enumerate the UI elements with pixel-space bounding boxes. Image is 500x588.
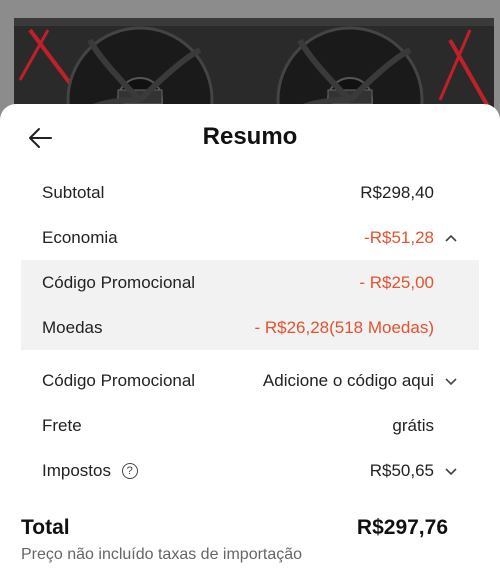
chevron-up-icon[interactable] <box>434 228 458 248</box>
total-note: Preço não incluído taxas de importação <box>21 546 303 563</box>
promo-discount-label: Código Promocional <box>42 272 196 292</box>
subtotal-label: Subtotal <box>42 182 105 202</box>
economia-row[interactable]: Economia -R$51,28 <box>0 215 500 260</box>
total-value: R$297,76 <box>356 516 448 539</box>
chevron-down-icon[interactable] <box>434 371 458 391</box>
promo-discount-value: - R$25,00 <box>359 272 434 292</box>
shipping-label: Frete <box>42 415 82 435</box>
question-circle-icon[interactable]: ? <box>121 463 138 480</box>
page-title: Resumo <box>202 123 298 150</box>
subtotal-value: R$298,40 <box>360 182 434 202</box>
shipping-value: grátis <box>392 415 434 435</box>
total-block: Total R$297,76 Preço não incluído taxas … <box>0 512 500 564</box>
product-image-backdrop <box>0 0 500 120</box>
economia-label: Economia <box>42 227 118 247</box>
coins-value: - R$26,28(518 Moedas) <box>254 317 434 337</box>
promo-code-value[interactable]: Adicione o código aqui <box>263 371 434 391</box>
taxes-value: R$50,65 <box>369 460 434 480</box>
economia-value: -R$51,28 <box>364 227 434 247</box>
coins-row: Moedas - R$26,28(518 Moedas) <box>21 305 479 350</box>
sheet-header: Resumo <box>0 104 500 170</box>
promo-code-label: Código Promocional <box>42 370 196 390</box>
total-label: Total <box>21 516 70 539</box>
coins-label: Moedas <box>42 317 103 337</box>
shipping-row: Frete grátis <box>0 403 500 448</box>
taxes-label: Impostos <box>42 460 111 480</box>
summary-bottom-sheet: Resumo Subtotal R$298,40 Economia -R$51,… <box>0 104 500 588</box>
taxes-row[interactable]: Impostos ? R$50,65 <box>0 448 500 493</box>
subtotal-row: Subtotal R$298,40 <box>0 170 500 215</box>
promo-code-row[interactable]: Código Promocional Adicione o código aqu… <box>0 358 500 403</box>
chevron-down-icon[interactable] <box>434 461 458 481</box>
promo-discount-row: Código Promocional - R$25,00 <box>21 260 479 305</box>
